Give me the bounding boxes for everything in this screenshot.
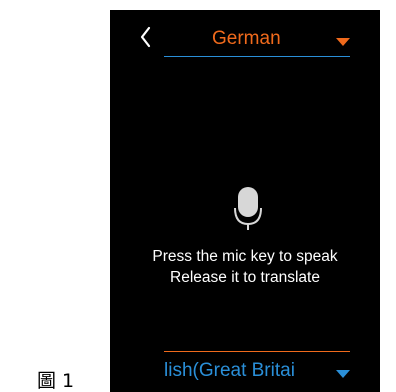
instructions: Press the mic key to speak Release it to… xyxy=(110,246,380,288)
target-language-dropdown[interactable]: lish(Great Britai xyxy=(164,351,350,392)
target-language-label: lish(Great Britai xyxy=(164,360,295,381)
instruction-line-1: Press the mic key to speak xyxy=(152,248,338,265)
translator-screen: German Press the mic key to speak Releas… xyxy=(110,10,380,392)
figure-caption: 圖 1 xyxy=(37,370,75,392)
dropdown-caret-icon xyxy=(336,370,350,378)
page: 圖 1 German Press the mic key to speak Re… xyxy=(0,0,396,392)
source-language-dropdown[interactable]: German xyxy=(164,18,350,57)
source-language-label: German xyxy=(212,28,281,49)
back-button[interactable] xyxy=(136,24,156,50)
dropdown-caret-icon xyxy=(336,38,350,46)
instruction-line-2: Release it to translate xyxy=(170,269,320,286)
microphone-icon[interactable] xyxy=(234,186,262,230)
chevron-left-icon xyxy=(140,26,151,48)
